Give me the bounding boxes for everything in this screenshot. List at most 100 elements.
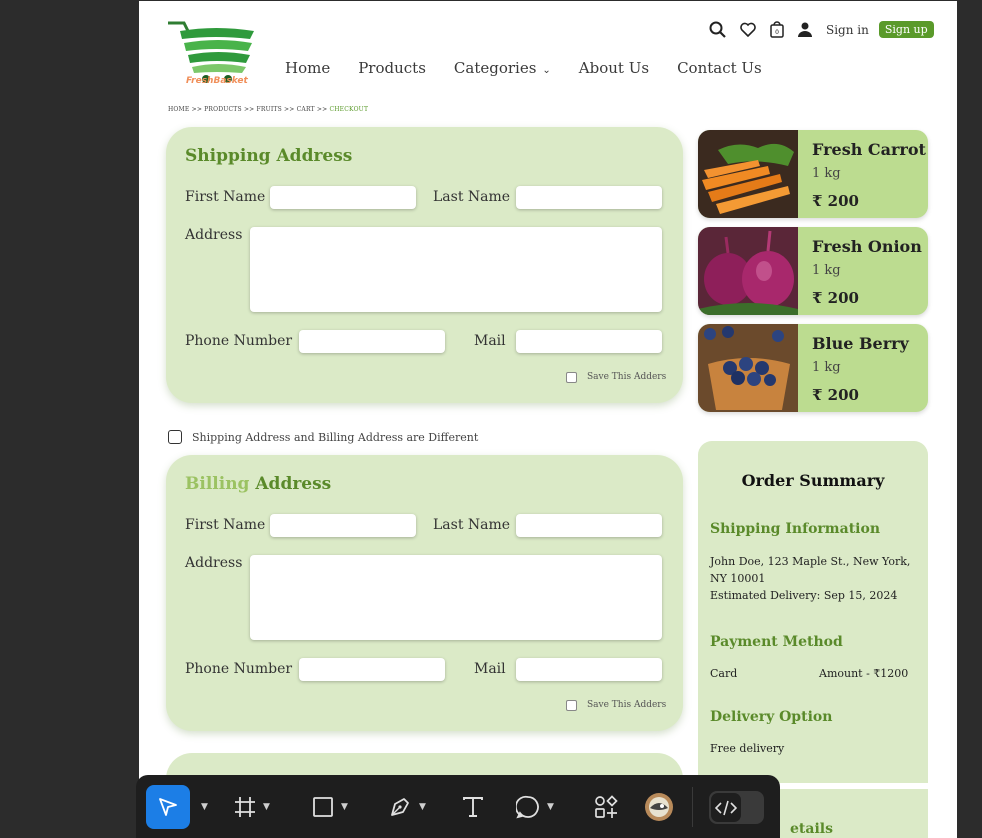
pen-icon	[391, 798, 409, 816]
product-qty: 1 kg	[812, 166, 841, 181]
details-title-partial: etails	[790, 821, 833, 837]
signup-button[interactable]: Sign up	[878, 21, 934, 38]
cart-item[interactable]: Fresh Carrot 1 kg ₹ 200	[698, 130, 928, 218]
cursor-icon	[159, 798, 177, 816]
billing-title-b: Address	[249, 474, 332, 494]
last-name-label: Last Name	[433, 517, 511, 533]
nav-categories[interactable]: Categories ⌄	[454, 59, 551, 77]
save-address-label: Save This Adders	[587, 700, 667, 710]
breadcrumb-sep: >>	[316, 106, 328, 113]
save-address-label: Save This Adders	[587, 372, 667, 382]
save-address-checkbox[interactable]	[566, 372, 577, 383]
dev-mode-toggle[interactable]	[709, 791, 764, 824]
move-tool-menu[interactable]: ▼	[194, 785, 208, 829]
breadcrumb-sep: >>	[284, 106, 295, 113]
caret-down-icon: ▼	[201, 802, 208, 812]
billing-different-toggle[interactable]: Shipping Address and Billing Address are…	[168, 430, 478, 444]
blueberry-image	[698, 324, 798, 412]
caret-down-icon: ▼	[263, 802, 270, 812]
code-icon	[715, 800, 737, 815]
shipping-mail-input[interactable]	[516, 330, 662, 353]
billing-last-name-input[interactable]	[516, 514, 662, 537]
actions-tool[interactable]	[594, 785, 618, 829]
save-address-checkbox[interactable]	[566, 700, 577, 711]
caret-down-icon: ▼	[547, 802, 554, 812]
nav-home[interactable]: Home	[285, 59, 330, 77]
billing-different-checkbox[interactable]	[168, 430, 182, 444]
main-nav: Home Products Categories ⌄ About Us Conta…	[285, 59, 762, 77]
shipping-address-input[interactable]	[250, 227, 662, 312]
payment-method-title: Payment Method	[710, 634, 843, 650]
shipping-address-card: Shipping Address First Name Last Name Ad…	[166, 127, 683, 403]
dev-mode-knob	[711, 793, 741, 822]
mail-label: Mail	[474, 333, 506, 349]
design-toolbar: ▼ ▼ ▼ ▼ ▼	[136, 775, 780, 838]
breadcrumb-home[interactable]: HOME	[168, 106, 189, 113]
move-tool[interactable]	[146, 785, 190, 829]
product-name: Fresh Onion	[812, 237, 922, 256]
payment-amount: Amount - ₹1200	[819, 667, 909, 680]
pen-tool[interactable]: ▼	[388, 785, 426, 829]
nav-contact[interactable]: Contact Us	[677, 59, 762, 77]
delivery-option-title: Delivery Option	[710, 709, 833, 725]
last-name-label: Last Name	[433, 189, 511, 205]
plugin-avatar-icon	[645, 793, 673, 821]
frame-tool[interactable]: ▼	[234, 785, 270, 829]
text-icon	[463, 797, 483, 817]
breadcrumb-products[interactable]: PRODUCTS	[204, 106, 242, 113]
header-actions: 0 Sign in Sign up	[709, 21, 934, 38]
shipping-first-name-input[interactable]	[270, 186, 416, 209]
design-canvas: FreshBasket Home Products Categories ⌄ Ab…	[139, 1, 957, 838]
comment-tool[interactable]: ▼	[516, 785, 554, 829]
shape-tool[interactable]: ▼	[312, 785, 348, 829]
billing-title: Billing Address	[185, 474, 331, 494]
carrot-image	[698, 130, 798, 218]
product-price: ₹ 200	[812, 192, 859, 210]
phone-label: Phone Number	[185, 333, 293, 349]
nav-products[interactable]: Products	[358, 59, 426, 77]
billing-first-name-input[interactable]	[270, 514, 416, 537]
product-qty: 1 kg	[812, 263, 841, 278]
onion-image	[698, 227, 798, 315]
shipping-phone-input[interactable]	[299, 330, 445, 353]
breadcrumb-cart[interactable]: CART	[297, 106, 315, 113]
cart-bag-icon[interactable]: 0	[770, 21, 784, 38]
order-summary-panel: Order Summary Shipping Information John …	[698, 441, 928, 783]
shipping-last-name-input[interactable]	[516, 186, 662, 209]
product-qty: 1 kg	[812, 360, 841, 375]
first-name-label: First Name	[185, 189, 266, 205]
product-price: ₹ 200	[812, 289, 859, 307]
payment-method-value: Card	[710, 667, 738, 680]
breadcrumb-sep: >>	[243, 106, 255, 113]
text-tool[interactable]	[462, 785, 484, 829]
product-name: Blue Berry	[812, 334, 909, 353]
heart-icon[interactable]	[740, 22, 756, 37]
order-summary-title: Order Summary	[741, 471, 885, 490]
breadcrumb-sep: >>	[191, 106, 203, 113]
search-icon[interactable]	[709, 21, 726, 38]
plugin-tool[interactable]	[642, 785, 676, 829]
shipping-title: Shipping Address	[185, 146, 353, 166]
shipping-info-title: Shipping Information	[710, 521, 880, 537]
svg-text:0: 0	[775, 29, 779, 36]
cart-item[interactable]: Fresh Onion 1 kg ₹ 200	[698, 227, 928, 315]
user-icon[interactable]	[798, 22, 812, 37]
cart-item[interactable]: Blue Berry 1 kg ₹ 200	[698, 324, 928, 412]
breadcrumb-fruits[interactable]: FRUITS	[257, 106, 282, 113]
nav-categories-label: Categories	[453, 59, 537, 77]
breadcrumb: HOME >> PRODUCTS >> FRUITS >> CART >> CH…	[168, 106, 368, 113]
billing-phone-input[interactable]	[299, 658, 445, 681]
delivery-estimate: Estimated Delivery: Sep 15, 2024	[710, 589, 898, 602]
toolbar-divider	[692, 787, 693, 827]
billing-mail-input[interactable]	[516, 658, 662, 681]
nav-about[interactable]: About Us	[579, 59, 649, 77]
signin-link[interactable]: Sign in	[826, 23, 869, 37]
mail-label: Mail	[474, 661, 506, 677]
billing-different-label: Shipping Address and Billing Address are…	[192, 430, 479, 444]
shipping-info-text: John Doe, 123 Maple St., New York, NY 10…	[710, 553, 910, 604]
billing-address-input[interactable]	[250, 555, 662, 640]
product-price: ₹ 200	[812, 386, 859, 404]
breadcrumb-checkout: CHECKOUT	[329, 106, 369, 113]
right-gutter	[957, 0, 982, 838]
billing-address-card: Billing Address First Name Last Name Add…	[166, 455, 683, 731]
